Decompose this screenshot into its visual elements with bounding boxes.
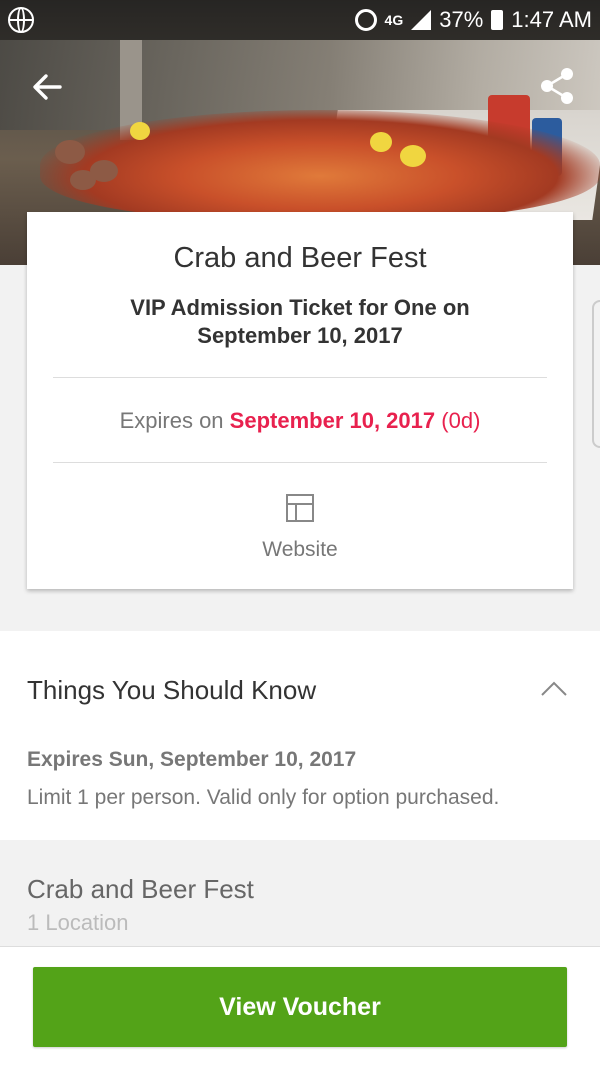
status-bar: 4G 37% 1:47 AM (0, 0, 600, 40)
website-icon (286, 494, 314, 522)
battery-icon (491, 10, 504, 30)
share-icon (541, 68, 573, 104)
website-link[interactable]: Website (247, 492, 353, 572)
divider (53, 462, 547, 463)
things-to-know-section: Things You Should Know Expires Sun, Sept… (0, 631, 600, 840)
back-arrow-icon (33, 74, 62, 100)
location-section[interactable]: Crab and Beer Fest 1 Location (0, 840, 600, 946)
chevron-up-icon (541, 681, 567, 696)
network-type: 4G (384, 12, 404, 28)
signal-icon (411, 10, 432, 30)
view-voucher-button[interactable]: View Voucher (33, 967, 567, 1047)
location-count: 1 Location (27, 910, 129, 935)
expires-date: September 10, 2017 (229, 408, 436, 433)
alarm-icon (354, 9, 377, 31)
expires-detail: Expires Sun, September 10, 2017 (27, 748, 357, 771)
battery-percent: 37% (439, 7, 484, 32)
website-label: Website (262, 538, 338, 561)
edge-panel-handle[interactable] (592, 300, 600, 448)
section-heading: Things You Should Know (27, 675, 317, 705)
deal-card: Crab and Beer Fest VIP Admission Ticket … (27, 212, 573, 589)
expires-prefix: Expires on (119, 408, 224, 433)
expires-days: (0d) (441, 408, 481, 433)
bottom-action-bar: View Voucher (0, 946, 600, 1066)
deal-title: Crab and Beer Fest (173, 242, 427, 274)
share-button[interactable] (538, 66, 576, 106)
collapse-toggle[interactable] (540, 677, 568, 701)
globe-icon (8, 7, 34, 33)
location-name: Crab and Beer Fest (27, 874, 254, 904)
limit-detail: Limit 1 per person. Valid only for optio… (27, 786, 500, 809)
back-button[interactable] (30, 70, 64, 104)
expiry-line: Expires on September 10, 2017 (0d) (27, 408, 573, 434)
divider (53, 377, 547, 378)
clock: 1:47 AM (511, 7, 592, 32)
deal-subtitle: VIP Admission Ticket for One on Septembe… (130, 295, 470, 348)
